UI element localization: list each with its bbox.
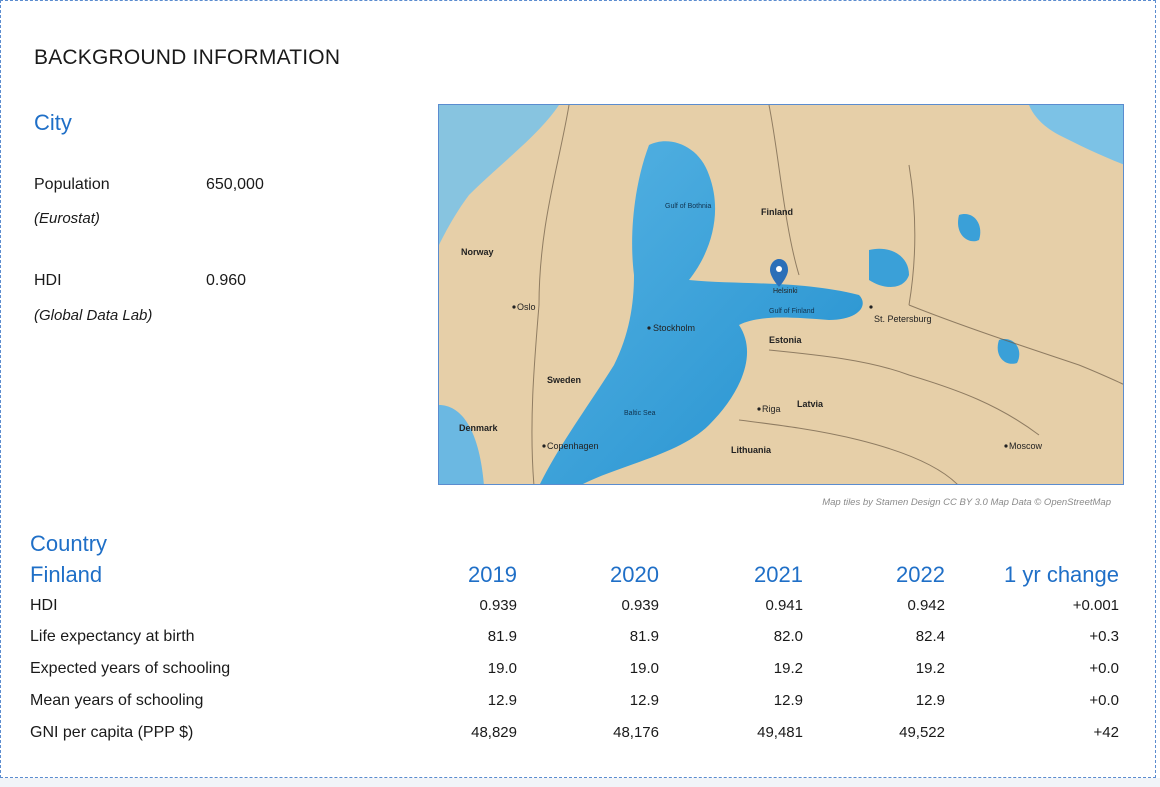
table-cell: 12.9: [773, 692, 803, 709]
table-cell: +0.001: [1072, 597, 1119, 614]
row-label-hdi: HDI: [30, 597, 58, 614]
section-title: BACKGROUND INFORMATION: [34, 46, 341, 69]
country-heading: Country: [30, 531, 108, 556]
table-cell: 12.9: [487, 692, 517, 709]
year-header-2021: 2021: [754, 562, 803, 587]
map-label-moscow: Moscow: [1009, 441, 1043, 451]
map-label-riga: Riga: [762, 404, 781, 414]
map-label-finland: Finland: [761, 207, 793, 217]
table-cell: 81.9: [629, 628, 659, 645]
city-hdi-label: HDI: [34, 272, 62, 289]
table-cell: 19.0: [629, 660, 659, 677]
year-header-2020: 2020: [610, 562, 659, 587]
map-label-sweden: Sweden: [547, 375, 581, 385]
table-cell: 19.0: [487, 660, 517, 677]
map-label-norway: Norway: [461, 247, 494, 257]
table-cell: 82.0: [773, 628, 803, 645]
city-location-map[interactable]: Finland Norway Sweden Estonia Latvia Lit…: [438, 104, 1124, 485]
map-label-baltic-sea: Baltic Sea: [624, 410, 656, 417]
year-header-2022: 2022: [896, 562, 945, 587]
map-label-gulf-bothnia: Gulf of Bothnia: [665, 203, 711, 210]
table-cell: +42: [1093, 724, 1119, 741]
table-cell: 48,176: [613, 724, 659, 741]
table-cell: 12.9: [915, 692, 945, 709]
table-cell: 81.9: [487, 628, 517, 645]
table-cell: 0.941: [765, 597, 803, 614]
map-label-estonia: Estonia: [769, 335, 803, 345]
population-source: (Eurostat): [34, 210, 100, 227]
map-label-lithuania: Lithuania: [731, 445, 772, 455]
table-cell: 19.2: [915, 660, 945, 677]
table-cell: +0.0: [1089, 692, 1119, 709]
map-label-copenhagen: Copenhagen: [547, 441, 599, 451]
row-label-life-expectancy: Life expectancy at birth: [30, 628, 195, 645]
map-attribution: Map tiles by Stamen Design CC BY 3.0 Map…: [822, 497, 1111, 508]
table-cell: 0.939: [479, 597, 517, 614]
map-label-st-petersburg: St. Petersburg: [874, 314, 932, 324]
city-heading: City: [34, 110, 72, 135]
row-label-gni: GNI per capita (PPP $): [30, 724, 194, 741]
table-cell: 82.4: [915, 628, 945, 645]
table-cell: 49,522: [899, 724, 945, 741]
table-cell: 49,481: [757, 724, 803, 741]
population-label: Population: [34, 176, 110, 193]
year-header-change: 1 yr change: [1004, 562, 1119, 587]
map-label-latvia: Latvia: [797, 399, 824, 409]
table-cell: +0.0: [1089, 660, 1119, 677]
table-cell: 0.942: [907, 597, 945, 614]
map-label-stockholm: Stockholm: [653, 323, 695, 333]
table-cell: 19.2: [773, 660, 803, 677]
row-label-expected-schooling: Expected years of schooling: [30, 660, 231, 677]
bottom-strip: [0, 778, 1160, 787]
map-label-denmark: Denmark: [459, 423, 499, 433]
map-label-gulf-finland: Gulf of Finland: [769, 308, 815, 315]
map-label-helsinki: Helsinki: [773, 288, 798, 295]
year-header-2019: 2019: [468, 562, 517, 587]
population-value: 650,000: [206, 176, 264, 193]
background-panel: BACKGROUND INFORMATION City Population 6…: [0, 0, 1156, 778]
table-cell: +0.3: [1089, 628, 1119, 645]
row-label-mean-schooling: Mean years of schooling: [30, 692, 204, 709]
table-cell: 0.939: [621, 597, 659, 614]
city-hdi-value: 0.960: [206, 272, 247, 289]
map-label-oslo: Oslo: [517, 302, 536, 312]
country-name: Finland: [30, 562, 103, 587]
table-cell: 12.9: [629, 692, 659, 709]
table-cell: 48,829: [471, 724, 517, 741]
city-hdi-source: (Global Data Lab): [34, 307, 153, 324]
